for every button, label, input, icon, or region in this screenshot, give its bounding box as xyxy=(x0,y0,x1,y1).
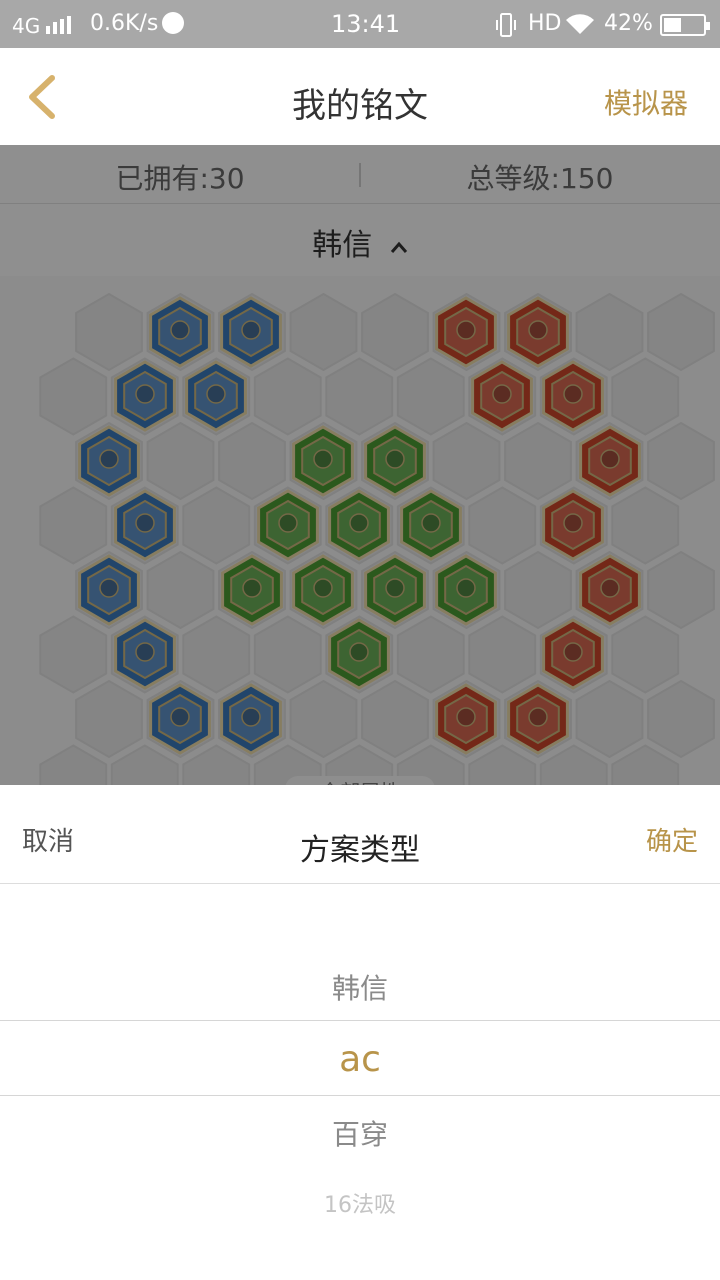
confirm-button[interactable]: 确定 xyxy=(646,821,698,858)
globe-icon xyxy=(162,12,184,34)
selection-line-bottom xyxy=(0,1095,720,1096)
status-bar: 4G 0.6K/s 13:41 HD 42% xyxy=(0,0,720,48)
hd-indicator: HD xyxy=(528,11,562,36)
battery-percent: 42% xyxy=(604,11,653,36)
picker-option[interactable]: 百穿 xyxy=(0,1113,720,1153)
wifi-icon xyxy=(566,14,594,34)
nav-bar: 我的铭文 模拟器 xyxy=(0,48,720,145)
simulator-button[interactable]: 模拟器 xyxy=(604,82,688,122)
picker-option-selected[interactable]: ac xyxy=(0,1039,720,1080)
picker-title: 方案类型 xyxy=(300,833,420,868)
network-speed: 0.6K/s xyxy=(90,11,159,36)
clock: 13:41 xyxy=(331,10,401,38)
picker-header: 取消 方案类型 确定 xyxy=(0,785,720,884)
battery-icon xyxy=(660,14,710,36)
signal-icon xyxy=(46,16,74,34)
selection-line-top xyxy=(0,1020,720,1021)
dim-overlay[interactable] xyxy=(0,145,720,795)
vibrate-icon xyxy=(496,13,516,37)
plan-type-picker: 取消 方案类型 确定 韩信 ac 百穿 16法吸 xyxy=(0,785,720,1280)
network-type: 4G xyxy=(12,14,41,38)
picker-option[interactable]: 韩信 xyxy=(0,967,720,1007)
picker-option[interactable]: 16法吸 xyxy=(0,1187,720,1219)
